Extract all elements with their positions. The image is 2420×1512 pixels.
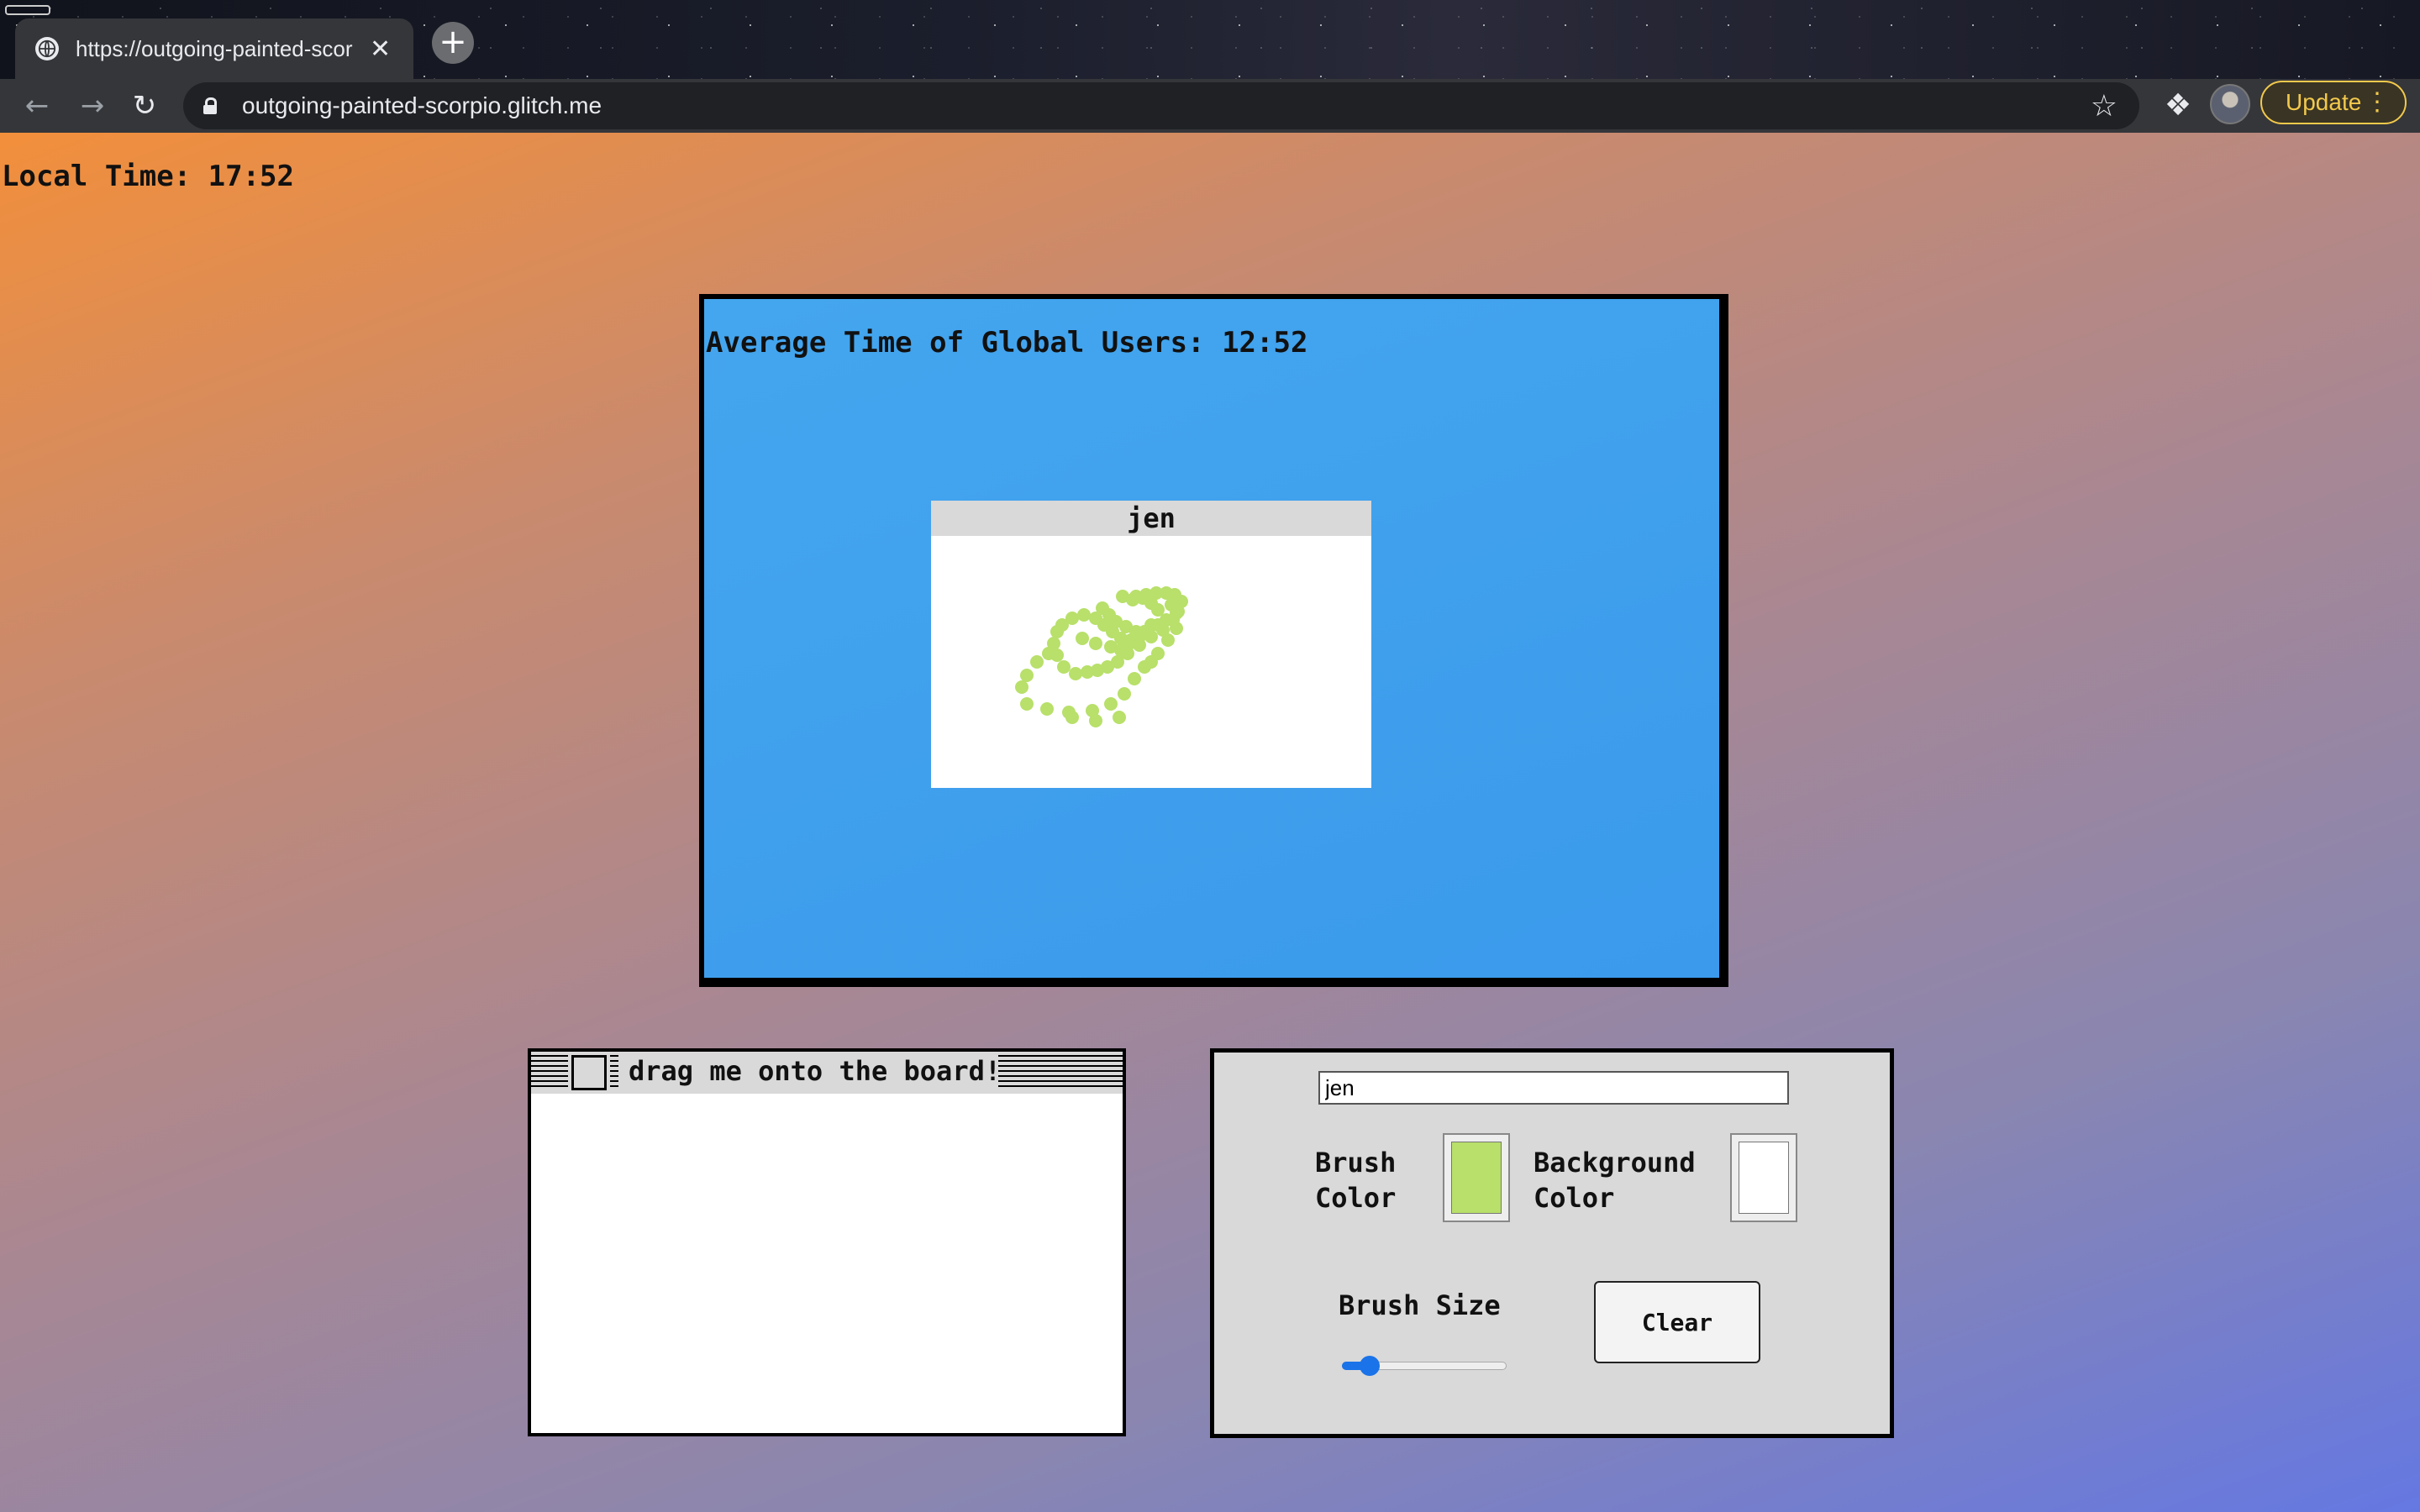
reload-icon[interactable]: ↻ [123, 84, 166, 128]
update-label: Update [2286, 89, 2362, 115]
brush-dot [1133, 638, 1146, 652]
browser-tab[interactable]: https://outgoing-painted-scorpio.glitch.… [15, 18, 413, 79]
brush-dot [1065, 711, 1079, 724]
brush-dot [1144, 618, 1158, 632]
brush-dot [1151, 647, 1165, 660]
forward-arrow-icon[interactable]: → [71, 84, 114, 128]
background-color-swatch [1739, 1142, 1789, 1214]
brush-dot [1089, 714, 1102, 727]
brush-dot [1129, 590, 1143, 603]
brush-dot [1030, 655, 1044, 669]
controls-panel: Brush Color Background Color Brush Size … [1210, 1048, 1894, 1438]
titlebar-stripes [531, 1055, 568, 1090]
address-bar[interactable]: outgoing-painted-scorpio.glitch.me ☆ [183, 82, 2139, 129]
more-vert-icon[interactable]: ⋮ [2365, 87, 2390, 117]
card-username: jen [931, 501, 1371, 536]
brush-dot [1118, 687, 1131, 701]
brush-color-label: Brush Color [1315, 1147, 1397, 1214]
brush-dot [1042, 647, 1055, 660]
star-icon[interactable]: ☆ [2091, 89, 2118, 123]
brush-dot [1077, 608, 1091, 622]
clear-button[interactable]: Clear [1594, 1281, 1760, 1363]
url-text[interactable]: outgoing-painted-scorpio.glitch.me [242, 92, 602, 119]
background-color-picker[interactable] [1730, 1133, 1797, 1222]
brush-dot [1076, 632, 1089, 645]
brush-dot [1089, 637, 1102, 650]
page-background: Local Time: 17:52 Average Time of Global… [0, 133, 2420, 1512]
brush-dot [1057, 660, 1071, 674]
user-drawing-card[interactable]: jen [931, 501, 1371, 788]
globe-icon [35, 37, 59, 60]
brush-dot [1161, 633, 1175, 647]
tab-title: https://outgoing-painted-scorpio.glitch.… [76, 35, 353, 61]
titlebar-stripes [610, 1055, 618, 1090]
brush-dot [1069, 667, 1082, 680]
background-color-label: Background Color [1534, 1147, 1696, 1214]
lock-icon[interactable] [203, 97, 217, 114]
brush-color-swatch [1451, 1142, 1502, 1214]
brush-size-slider[interactable] [1342, 1356, 1508, 1376]
brush-dot [1040, 702, 1054, 716]
new-tab-button[interactable]: + [432, 22, 474, 64]
slider-thumb[interactable] [1360, 1356, 1380, 1376]
brush-dot [1020, 669, 1034, 682]
brush-dot [1170, 622, 1183, 635]
puzzle-extension-icon[interactable]: ❖ [2156, 84, 2200, 128]
profile-avatar[interactable] [2210, 84, 2250, 124]
brush-dot [1104, 697, 1118, 711]
window-controls-hint [0, 0, 50, 17]
brush-dot [1128, 672, 1141, 685]
drawing-board[interactable]: Average Time of Global Users: 12:52 jen [699, 294, 1728, 987]
drag-window[interactable]: drag me onto the board! [528, 1048, 1126, 1436]
brush-dot [1050, 625, 1064, 638]
browser-tabstrip: https://outgoing-painted-scorpio.glitch.… [0, 0, 2420, 79]
brush-dot [1015, 680, 1028, 694]
titlebar-stripes [998, 1055, 1123, 1090]
brush-dot [1020, 697, 1034, 711]
drawing-canvas[interactable] [931, 536, 1371, 788]
close-box-icon[interactable] [571, 1055, 607, 1090]
update-button[interactable]: Update ⋮ [2260, 81, 2407, 124]
brush-color-picker[interactable] [1443, 1133, 1510, 1222]
drag-window-titlebar[interactable]: drag me onto the board! [531, 1052, 1123, 1094]
drag-window-title: drag me onto the board! [629, 1055, 1002, 1087]
local-time: Local Time: 17:52 [2, 160, 294, 193]
brush-dot [1113, 711, 1126, 724]
brush-dot [1121, 638, 1134, 652]
tab-close-icon[interactable]: ✕ [370, 34, 391, 64]
name-input[interactable] [1318, 1071, 1789, 1105]
back-arrow-icon[interactable]: ← [15, 84, 59, 128]
brush-size-label: Brush Size [1339, 1289, 1501, 1321]
average-time: Average Time of Global Users: 12:52 [706, 326, 1308, 360]
